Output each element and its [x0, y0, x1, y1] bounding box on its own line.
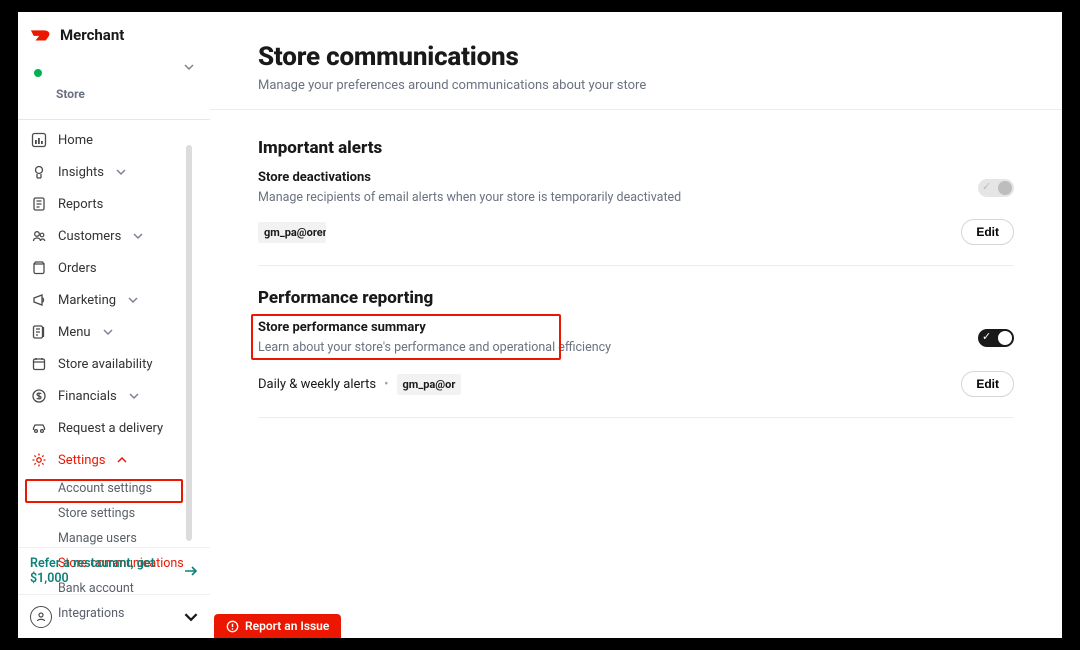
setting-description: Learn about your store's performance and… — [258, 340, 611, 355]
sidebar-item-request-delivery[interactable]: Request a delivery — [18, 412, 210, 444]
sidebar-item-label: Home — [58, 133, 93, 148]
sidebar-item-label: Insights — [58, 165, 104, 180]
sidebar-item-label: Customers — [58, 229, 121, 244]
brand-name: Merchant — [60, 26, 124, 44]
setting-label: Store deactivations — [258, 170, 681, 185]
sidebar-item-label: Store availability — [58, 357, 153, 372]
divider — [258, 265, 1014, 266]
financials-icon — [30, 387, 48, 405]
toggle-knob — [998, 331, 1012, 345]
recipient-chip: gm_pa@or — [397, 374, 462, 395]
divider — [18, 119, 210, 120]
section-important-alerts: Important alerts Store deactivations Man… — [210, 138, 1062, 266]
chevron-down-icon — [129, 391, 139, 401]
toggle-performance-summary[interactable]: ✓ — [978, 329, 1014, 347]
chevron-down-icon — [133, 231, 143, 241]
section-heading: Performance reporting — [258, 288, 1014, 308]
menu-icon — [30, 323, 48, 341]
card-store-deactivations: Store deactivations Manage recipients of… — [258, 170, 1014, 266]
toggle-knob — [998, 181, 1012, 195]
daily-weekly-label: Daily & weekly alerts — [258, 377, 376, 392]
sidebar-item-label: Financials — [58, 389, 117, 404]
refer-link[interactable]: Refer a restaurant, get $1,000 — [18, 547, 210, 594]
chevron-down-icon — [116, 167, 126, 177]
sidebar-item-customers[interactable]: Customers — [18, 220, 210, 252]
section-heading: Important alerts — [258, 138, 1014, 158]
card-store-performance-summary: Store performance summary Learn about yo… — [258, 320, 1014, 418]
chevron-down-icon — [184, 62, 194, 72]
recipient-chip: gm_pa@oren — [258, 222, 326, 243]
car-icon — [30, 419, 48, 437]
reports-icon — [30, 195, 48, 213]
store-picker-label: Store — [56, 87, 194, 101]
setting-label: Store performance summary — [258, 320, 611, 335]
sidebar-item-insights[interactable]: Insights — [18, 156, 210, 188]
main-content: Store communications Manage your prefere… — [210, 12, 1062, 638]
setting-description: Manage recipients of email alerts when y… — [258, 190, 681, 205]
report-issue-button[interactable]: Report an Issue — [214, 614, 341, 638]
page-subtitle: Manage your preferences around communica… — [258, 78, 1014, 93]
brand-logo-icon — [30, 28, 52, 42]
account-switcher[interactable] — [18, 594, 210, 638]
separator-dot: • — [384, 377, 388, 392]
sidebar-item-marketing[interactable]: Marketing — [18, 284, 210, 316]
chevron-up-icon — [117, 455, 127, 465]
divider — [258, 417, 1014, 418]
sidebar-item-label: Request a delivery — [58, 421, 163, 436]
sidebar: Merchant Store Home Insights — [18, 12, 210, 638]
home-icon — [30, 131, 48, 149]
status-dot-icon — [34, 69, 42, 77]
sidebar-item-orders[interactable]: Orders — [18, 252, 210, 284]
toggle-store-deactivations[interactable]: ✓ — [978, 179, 1014, 197]
gear-icon — [30, 451, 48, 469]
sidebar-item-financials[interactable]: Financials — [18, 380, 210, 412]
arrow-right-icon — [184, 565, 198, 577]
sidebar-item-store-availability[interactable]: Store availability — [18, 348, 210, 380]
calendar-icon — [30, 355, 48, 373]
chevron-down-icon — [103, 327, 113, 337]
chevron-down-icon — [128, 295, 138, 305]
sidebar-item-label: Settings — [58, 453, 105, 468]
sidebar-item-label: Orders — [58, 261, 97, 276]
check-icon: ✓ — [982, 330, 991, 343]
store-picker[interactable]: Store — [26, 56, 202, 109]
report-issue-label: Report an Issue — [245, 619, 329, 633]
user-icon — [30, 606, 52, 628]
edit-button[interactable]: Edit — [961, 219, 1014, 245]
sidebar-item-settings[interactable]: Settings — [18, 444, 210, 476]
alert-icon — [226, 620, 239, 633]
brand: Merchant — [18, 12, 210, 50]
customers-icon — [30, 227, 48, 245]
section-performance-reporting: Performance reporting Store performance … — [210, 288, 1062, 418]
refer-label: Refer a restaurant, get $1,000 — [30, 556, 176, 586]
orders-icon — [30, 259, 48, 277]
sidebar-item-reports[interactable]: Reports — [18, 188, 210, 220]
sidebar-item-label: Reports — [58, 197, 103, 212]
insights-icon — [30, 163, 48, 181]
check-icon: ✓ — [982, 180, 991, 193]
marketing-icon — [30, 291, 48, 309]
sidebar-item-home[interactable]: Home — [18, 124, 210, 156]
chevron-down-icon — [184, 610, 198, 624]
page-title: Store communications — [258, 42, 1014, 72]
page-header: Store communications Manage your prefere… — [210, 12, 1062, 110]
sidebar-item-label: Marketing — [58, 293, 116, 308]
edit-button[interactable]: Edit — [961, 371, 1014, 397]
sidebar-item-menu[interactable]: Menu — [18, 316, 210, 348]
sidebar-item-label: Menu — [58, 325, 91, 340]
